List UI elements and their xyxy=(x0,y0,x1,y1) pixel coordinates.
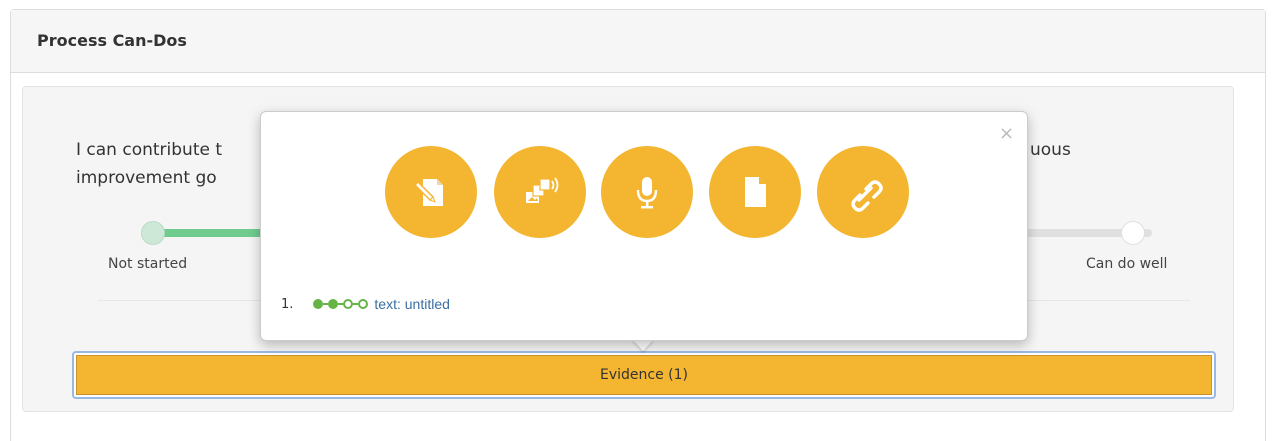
panel-header: Process Can-Dos xyxy=(11,10,1265,73)
evidence-status-dots xyxy=(313,299,369,309)
can-do-statement: I can contribute t improvement go xyxy=(76,136,222,192)
status-dot-empty xyxy=(358,299,369,309)
add-link-button[interactable] xyxy=(817,146,909,238)
close-icon[interactable]: × xyxy=(999,123,1014,144)
text-entry-icon xyxy=(413,179,443,206)
statement-line-1: I can contribute t xyxy=(76,140,223,160)
audio-recording-icon xyxy=(636,177,658,209)
status-dot-empty xyxy=(343,299,354,309)
evidence-button[interactable]: Evidence (1) xyxy=(72,351,1216,399)
link-icon xyxy=(851,180,883,212)
evidence-list: 1. text: untitled xyxy=(281,296,450,312)
record-audio-button[interactable] xyxy=(601,146,693,238)
media-icon xyxy=(526,177,559,203)
evidence-item-number: 1. xyxy=(281,296,294,312)
status-dot-filled xyxy=(313,299,324,309)
statement-line-2: improvement go xyxy=(76,168,217,188)
add-text-button[interactable] xyxy=(385,146,477,238)
add-media-button[interactable] xyxy=(494,146,586,238)
progress-start-knob[interactable] xyxy=(141,221,165,245)
upload-file-button[interactable] xyxy=(709,146,801,238)
evidence-button-label: Evidence (1) xyxy=(76,355,1212,395)
statement-line-1-end: uous xyxy=(1030,140,1071,160)
scale-label-can-do-well: Can do well xyxy=(1086,256,1168,272)
evidence-item-link[interactable]: text: untitled xyxy=(374,296,450,312)
evidence-popover: × 1. text: untitled xyxy=(260,111,1028,341)
status-dot-filled xyxy=(328,299,339,309)
panel-title: Process Can-Dos xyxy=(37,31,187,50)
file-icon xyxy=(745,177,766,207)
scale-label-not-started: Not started xyxy=(108,256,188,272)
progress-end-knob[interactable] xyxy=(1121,221,1145,245)
